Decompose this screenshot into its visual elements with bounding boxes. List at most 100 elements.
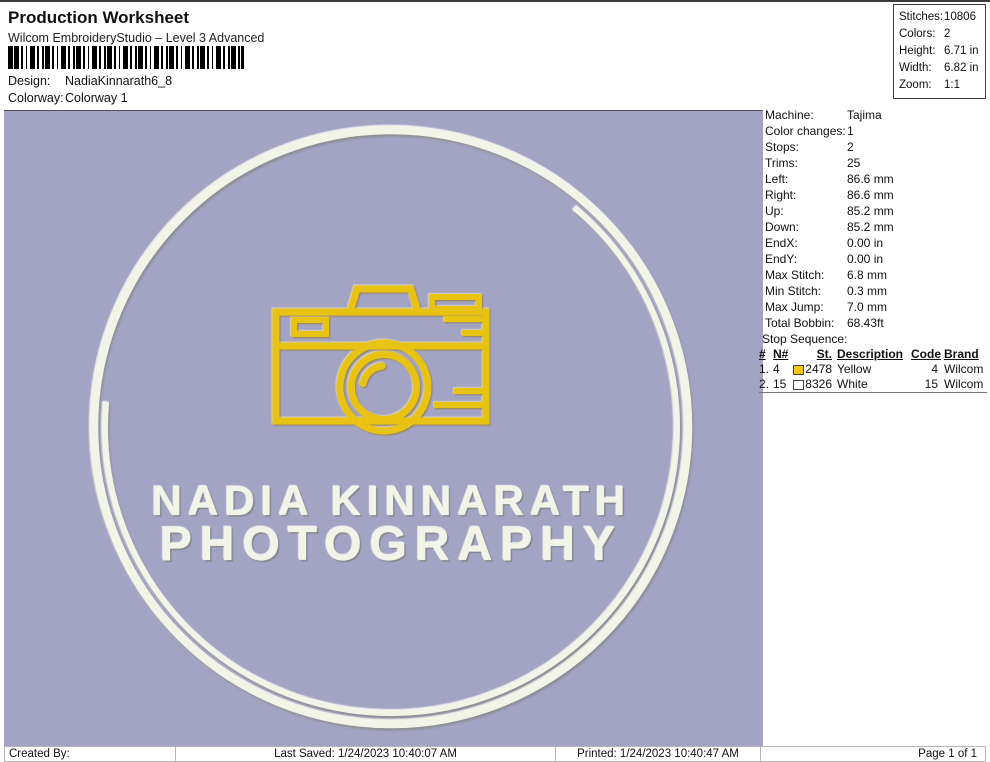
row-description: Yellow bbox=[832, 362, 911, 377]
machine-row: Machine:Tajima bbox=[765, 107, 987, 123]
stop-sequence-table: # N# St. Description Code Brand 1. 4 247… bbox=[759, 347, 987, 392]
col-st: St. bbox=[805, 347, 832, 362]
row-n: 15 bbox=[773, 377, 792, 392]
stat-stitches: Stitches: 10806 bbox=[899, 9, 985, 26]
machine-value: 68.43ft bbox=[847, 315, 884, 331]
footer-last-saved: Last Saved: 1/24/2023 10:40:07 AM bbox=[175, 746, 556, 762]
thread-color-swatch bbox=[793, 365, 804, 375]
machine-label: Min Stitch: bbox=[765, 283, 847, 299]
row-num: 2. bbox=[759, 377, 773, 392]
machine-value: Tajima bbox=[847, 107, 882, 123]
thread-color-swatch bbox=[793, 380, 804, 390]
stat-value: 10806 bbox=[944, 9, 976, 26]
stat-zoom: Zoom: 1:1 bbox=[899, 77, 985, 94]
machine-label: Color changes: bbox=[765, 123, 847, 139]
machine-label: Trims: bbox=[765, 155, 847, 171]
camera-icon bbox=[273, 289, 490, 431]
logo-text-line2: PHOTOGRAPHY bbox=[12, 517, 771, 572]
stat-label: Colors: bbox=[899, 26, 944, 43]
machine-label: Down: bbox=[765, 219, 847, 235]
logo-artwork bbox=[4, 111, 763, 746]
machine-label: Total Bobbin: bbox=[765, 315, 847, 331]
machine-value: 1 bbox=[847, 123, 854, 139]
stat-label: Stitches: bbox=[899, 9, 944, 26]
row-code: 4 bbox=[911, 362, 938, 377]
colorway-value: Colorway 1 bbox=[65, 91, 128, 105]
footer-created-by: Created By: bbox=[4, 746, 176, 762]
col-brand: Brand bbox=[938, 347, 987, 362]
col-code: Code bbox=[911, 347, 938, 362]
col-description: Description bbox=[832, 347, 911, 362]
machine-row: Max Jump:7.0 mm bbox=[765, 299, 987, 315]
barcode bbox=[8, 46, 244, 69]
machine-value: 85.2 mm bbox=[847, 219, 894, 235]
machine-row: Max Stitch:6.8 mm bbox=[765, 267, 987, 283]
row-description: White bbox=[832, 377, 911, 392]
machine-row: EndY:0.00 in bbox=[765, 251, 987, 267]
colorway-row: Colorway: Colorway 1 bbox=[8, 91, 128, 105]
stat-value: 1:1 bbox=[944, 77, 960, 94]
machine-value: 86.6 mm bbox=[847, 187, 894, 203]
row-st: 8326 bbox=[805, 377, 832, 392]
machine-value: 85.2 mm bbox=[847, 203, 894, 219]
design-preview: NADIA KINNARATH PHOTOGRAPHY bbox=[4, 110, 763, 746]
machine-label: Max Stitch: bbox=[765, 267, 847, 283]
machine-value: 7.0 mm bbox=[847, 299, 887, 315]
stat-label: Width: bbox=[899, 60, 944, 77]
machine-row: Trims:25 bbox=[765, 155, 987, 171]
row-num: 1. bbox=[759, 362, 773, 377]
machine-label: Right: bbox=[765, 187, 847, 203]
stat-value: 6.82 in bbox=[944, 60, 979, 77]
row-n: 4 bbox=[773, 362, 792, 377]
machine-label: Max Jump: bbox=[765, 299, 847, 315]
stat-label: Zoom: bbox=[899, 77, 944, 94]
machine-info-panel: Machine:Tajima Color changes:1 Stops:2 T… bbox=[765, 107, 987, 331]
stat-label: Height: bbox=[899, 43, 944, 60]
footer-printed: Printed: 1/24/2023 10:40:47 AM bbox=[555, 746, 761, 762]
machine-value: 86.6 mm bbox=[847, 171, 894, 187]
colorway-label: Colorway: bbox=[8, 91, 65, 105]
design-stats-box: Stitches: 10806 Colors: 2 Height: 6.71 i… bbox=[893, 4, 986, 99]
machine-row: Left:86.6 mm bbox=[765, 171, 987, 187]
col-num: # bbox=[759, 347, 773, 362]
design-value: NadiaKinnarath6_8 bbox=[65, 74, 172, 88]
stop-sequence-title: Stop Sequence: bbox=[759, 331, 987, 347]
machine-row: Min Stitch:0.3 mm bbox=[765, 283, 987, 299]
stat-height: Height: 6.71 in bbox=[899, 43, 985, 60]
machine-value: 0.00 in bbox=[847, 251, 883, 267]
machine-row: Right:86.6 mm bbox=[765, 187, 987, 203]
machine-row: Color changes:1 bbox=[765, 123, 987, 139]
machine-value: 0.3 mm bbox=[847, 283, 887, 299]
page-title: Production Worksheet bbox=[8, 8, 189, 28]
stop-sequence-section: Stop Sequence: # N# St. Description Code… bbox=[759, 331, 987, 393]
production-worksheet-page: Production Worksheet Wilcom EmbroiderySt… bbox=[0, 0, 990, 762]
machine-value: 6.8 mm bbox=[847, 267, 887, 283]
machine-row: Total Bobbin:68.43ft bbox=[765, 315, 987, 331]
machine-label: Up: bbox=[765, 203, 847, 219]
machine-row: Up:85.2 mm bbox=[765, 203, 987, 219]
machine-label: Left: bbox=[765, 171, 847, 187]
row-brand: Wilcom bbox=[938, 377, 987, 392]
machine-label: Stops: bbox=[765, 139, 847, 155]
machine-row: Down:85.2 mm bbox=[765, 219, 987, 235]
machine-value: 2 bbox=[847, 139, 854, 155]
software-subtitle: Wilcom EmbroideryStudio – Level 3 Advanc… bbox=[8, 31, 264, 45]
machine-value: 25 bbox=[847, 155, 860, 171]
machine-label: EndX: bbox=[765, 235, 847, 251]
stat-width: Width: 6.82 in bbox=[899, 60, 985, 77]
stat-colors: Colors: 2 bbox=[899, 26, 985, 43]
row-st: 2478 bbox=[805, 362, 832, 377]
col-n: N# bbox=[773, 347, 792, 362]
machine-label: Machine: bbox=[765, 107, 847, 123]
stat-value: 6.71 in bbox=[944, 43, 979, 60]
machine-value: 0.00 in bbox=[847, 235, 883, 251]
stat-value: 2 bbox=[944, 26, 950, 43]
machine-row: Stops:2 bbox=[765, 139, 987, 155]
row-code: 15 bbox=[911, 377, 938, 392]
row-brand: Wilcom bbox=[938, 362, 987, 377]
design-row: Design: NadiaKinnarath6_8 bbox=[8, 74, 172, 88]
machine-row: EndX:0.00 in bbox=[765, 235, 987, 251]
footer-page-number: Page 1 of 1 bbox=[760, 746, 986, 762]
design-label: Design: bbox=[8, 74, 65, 88]
machine-label: EndY: bbox=[765, 251, 847, 267]
